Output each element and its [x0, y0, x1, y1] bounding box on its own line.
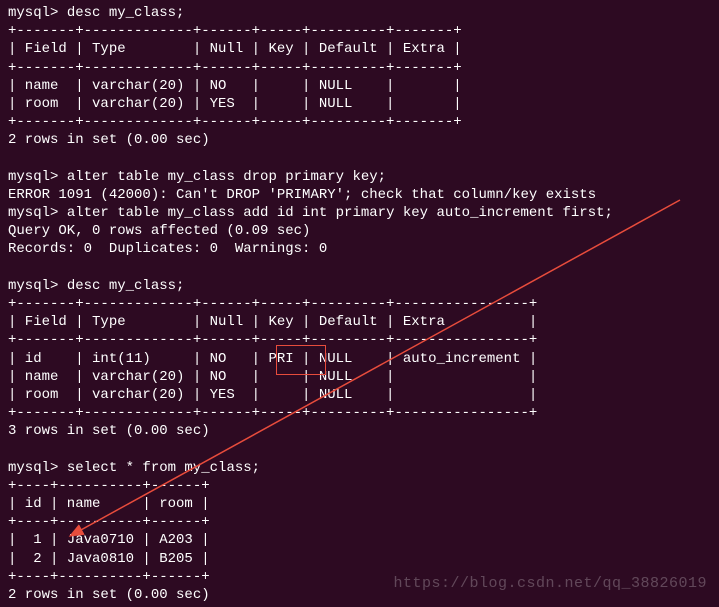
table-border: +-------+-------------+------+-----+----…: [8, 404, 711, 422]
command-text: alter table my_class drop primary key;: [67, 169, 386, 185]
blank-line: [8, 259, 711, 277]
table-row: | room | varchar(20) | YES | | NULL | |: [8, 95, 711, 113]
cmd-desc-2: mysql> desc my_class;: [8, 277, 711, 295]
table-border: +----+----------+------+: [8, 477, 711, 495]
cmd-alter-drop: mysql> alter table my_class drop primary…: [8, 168, 711, 186]
result-summary: 2 rows in set (0.00 sec): [8, 131, 711, 149]
table-border: +-------+-------------+------+-----+----…: [8, 59, 711, 77]
query-ok: Query OK, 0 rows affected (0.09 sec): [8, 222, 711, 240]
error-message: ERROR 1091 (42000): Can't DROP 'PRIMARY'…: [8, 186, 711, 204]
command-text: alter table my_class add id int primary …: [67, 205, 613, 221]
table-row: | id | int(11) | NO | PRI | NULL | auto_…: [8, 350, 711, 368]
command-text: select * from my_class;: [67, 460, 260, 476]
command-text: desc my_class;: [67, 278, 185, 294]
blank-line: [8, 441, 711, 459]
records-info: Records: 0 Duplicates: 0 Warnings: 0: [8, 240, 711, 258]
table-header: | id | name | room |: [8, 495, 711, 513]
table-row: | room | varchar(20) | YES | | NULL | |: [8, 386, 711, 404]
table-row: | name | varchar(20) | NO | | NULL | |: [8, 77, 711, 95]
cmd-alter-add: mysql> alter table my_class add id int p…: [8, 204, 711, 222]
csdn-watermark: https://blog.csdn.net/qq_38826019: [393, 574, 707, 594]
cmd-select: mysql> select * from my_class;: [8, 459, 711, 477]
mysql-prompt: mysql>: [8, 5, 67, 21]
table-row: | 1 | Java0710 | A203 |: [8, 531, 711, 549]
table-header: | Field | Type | Null | Key | Default | …: [8, 313, 711, 331]
mysql-prompt: mysql>: [8, 169, 67, 185]
result-summary: 3 rows in set (0.00 sec): [8, 422, 711, 440]
table-header: | Field | Type | Null | Key | Default | …: [8, 40, 711, 58]
table-border: +-------+-------------+------+-----+----…: [8, 22, 711, 40]
blank-line: [8, 150, 711, 168]
table-row: | 2 | Java0810 | B205 |: [8, 550, 711, 568]
mysql-prompt: mysql>: [8, 278, 67, 294]
table-border: +----+----------+------+: [8, 513, 711, 531]
mysql-prompt: mysql>: [8, 205, 67, 221]
table-row: | name | varchar(20) | NO | | NULL | |: [8, 368, 711, 386]
table-border: +-------+-------------+------+-----+----…: [8, 113, 711, 131]
table-border: +-------+-------------+------+-----+----…: [8, 295, 711, 313]
cmd-desc-1: mysql> desc my_class;: [8, 4, 711, 22]
table-border: +-------+-------------+------+-----+----…: [8, 331, 711, 349]
command-text: desc my_class;: [67, 5, 185, 21]
mysql-prompt: mysql>: [8, 460, 67, 476]
